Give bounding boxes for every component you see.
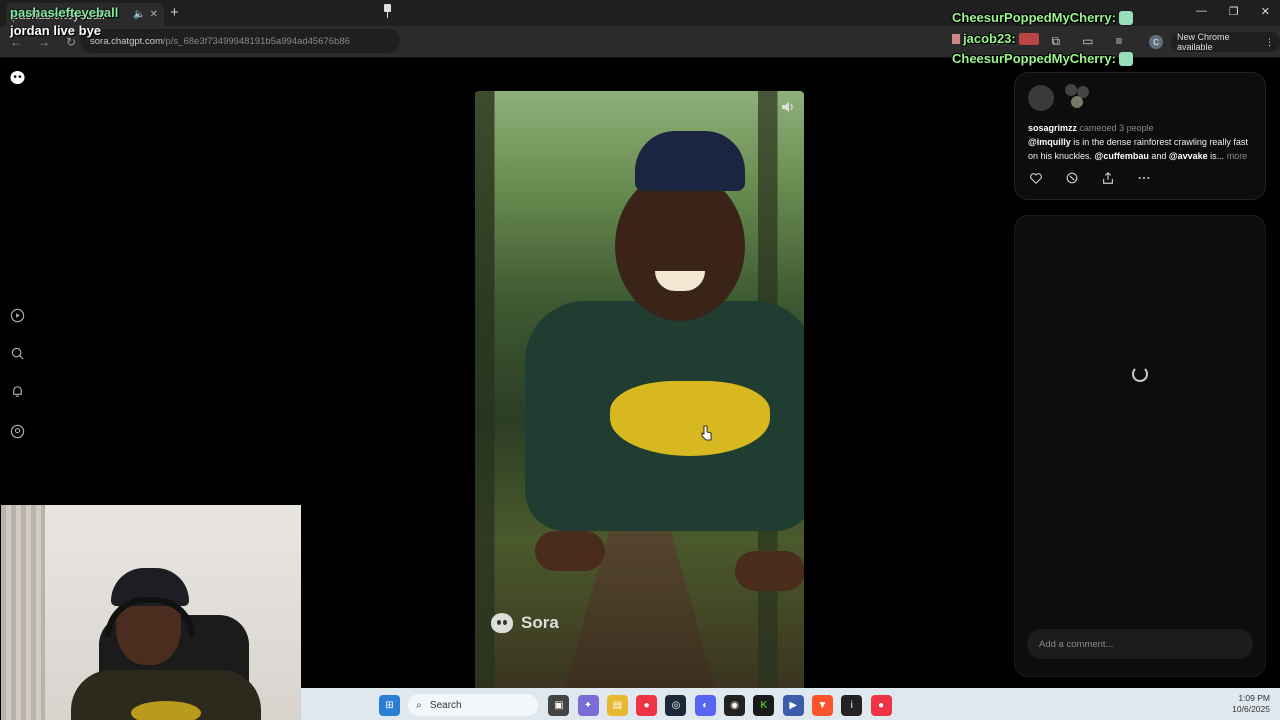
- pin-icon: [383, 4, 392, 18]
- system-clock[interactable]: 1:09 PM 10/6/2025: [1232, 693, 1270, 715]
- search-label: Search: [429, 699, 462, 711]
- description-text: is...: [1207, 151, 1227, 161]
- task-view-icon[interactable]: ▣: [548, 694, 570, 716]
- post-username[interactable]: sosagrimzz: [1028, 123, 1077, 133]
- chat-user: CheesurPoppedMyCherry:: [952, 10, 1116, 25]
- more-options-icon[interactable]: [1137, 171, 1151, 185]
- video-player[interactable]: Sora: [475, 91, 804, 689]
- file-explorer-icon[interactable]: ▤: [606, 694, 628, 716]
- discord-icon[interactable]: ◐: [694, 694, 716, 716]
- post-actions: [1029, 171, 1151, 185]
- windows-taskbar: ⊞ ⌕ Search ▣ ✦ ▤ ● ◎ ◐ ◉ K ▶ ▼ i ● 1:09 …: [301, 688, 1280, 720]
- share-icon[interactable]: [1101, 171, 1115, 185]
- close-tab-icon[interactable]: ✕: [150, 9, 158, 20]
- badge-icon: [952, 33, 960, 44]
- sound-toggle-icon[interactable]: [780, 99, 796, 115]
- bell-icon[interactable]: [10, 384, 25, 399]
- windows-start-icon[interactable]: ⊞: [379, 694, 400, 716]
- stream-subtitle: jordan live bye: [10, 23, 102, 38]
- chat-message: jacob23:: [952, 31, 1039, 46]
- post-info-card: sosagrimzz cameoed 3 people @imquilly is…: [1014, 72, 1266, 200]
- chat-user: CheesurPoppedMyCherry:: [952, 51, 1116, 66]
- comment-input[interactable]: Add a comment...: [1027, 629, 1253, 659]
- update-label: New Chrome available: [1177, 32, 1230, 52]
- more-menu-icon[interactable]: ⋮: [1265, 37, 1274, 48]
- stream-title: pashaslefteyeball: [10, 5, 119, 20]
- emote-icon: [1118, 10, 1133, 25]
- post-description: sosagrimzz cameoed 3 people @imquilly is…: [1028, 121, 1260, 163]
- profile-avatar[interactable]: C: [1149, 35, 1163, 49]
- media-control-icon[interactable]: ≡: [1115, 34, 1122, 49]
- taskbar-icons: ⊞ ⌕ Search ▣ ✦ ▤ ● ◎ ◐ ◉ K ▶ ▼ i ●: [379, 694, 900, 716]
- webcam-overlay: [1, 505, 301, 720]
- sora-logo-icon: [491, 613, 513, 633]
- video-person: [515, 131, 804, 591]
- loading-spinner-icon: [1132, 366, 1148, 382]
- kick-icon[interactable]: K: [753, 694, 775, 716]
- cameo-avatars[interactable]: [1057, 82, 1091, 108]
- mention-link[interactable]: @cuffembau: [1095, 151, 1149, 161]
- mute-tab-icon[interactable]: 🔈: [133, 9, 145, 20]
- app-icon[interactable]: ▶: [782, 694, 804, 716]
- clock-date: 10/6/2025: [1232, 704, 1270, 714]
- obs-icon[interactable]: ◉: [724, 694, 746, 716]
- watermark-text: Sora: [521, 613, 559, 632]
- sora-watermark: Sora: [491, 613, 559, 633]
- copilot-icon[interactable]: ✦: [577, 694, 599, 716]
- remix-icon[interactable]: [1065, 171, 1079, 185]
- extensions-puzzle-icon[interactable]: ⧉: [1052, 34, 1061, 49]
- new-tab-button[interactable]: +: [170, 4, 179, 21]
- steam-icon[interactable]: ◎: [665, 694, 687, 716]
- chat-user: jacob23:: [963, 31, 1016, 46]
- description-text: and: [1148, 151, 1169, 161]
- brave-icon[interactable]: ▼: [811, 694, 833, 716]
- info-app-icon[interactable]: i: [841, 694, 863, 716]
- search-icon[interactable]: [10, 346, 25, 361]
- comments-panel: Add a comment...: [1014, 215, 1266, 677]
- search-icon: ⌕: [416, 699, 422, 711]
- cast-icon[interactable]: ▭: [1082, 34, 1093, 49]
- restore-icon[interactable]: ❐: [1229, 5, 1239, 18]
- url-field[interactable]: sora.chatgpt.com/p/s_68e3f73499948191b5a…: [80, 29, 400, 53]
- sora-logo-icon[interactable]: [10, 70, 25, 85]
- mention-link[interactable]: @imquilly: [1028, 137, 1071, 147]
- play-icon[interactable]: [10, 308, 25, 323]
- chrome-active-icon[interactable]: ●: [870, 694, 892, 716]
- avatar[interactable]: [1028, 85, 1054, 111]
- more-link[interactable]: more: [1227, 151, 1248, 161]
- comment-placeholder: Add a comment...: [1039, 638, 1114, 650]
- emote-icon: [1118, 51, 1133, 66]
- url-path: /p/s_68e3f73499948191b5a994ad45676b86: [162, 35, 350, 47]
- cameo-count: cameoed 3 people: [1079, 123, 1154, 133]
- mention-link[interactable]: @avvake: [1169, 151, 1208, 161]
- chat-message: CheesurPoppedMyCherry:: [952, 51, 1133, 66]
- minimize-icon[interactable]: —: [1196, 5, 1207, 18]
- window-controls: — ❐ ✕: [1196, 5, 1270, 18]
- taskbar-search[interactable]: ⌕ Search: [408, 694, 539, 716]
- update-chrome-button[interactable]: New Chrome available ⋮: [1171, 32, 1280, 52]
- close-window-icon[interactable]: ✕: [1261, 5, 1270, 18]
- hand-cursor-icon: [701, 425, 713, 441]
- clock-time: 1:09 PM: [1238, 693, 1270, 703]
- chat-message: CheesurPoppedMyCherry:: [952, 10, 1133, 25]
- chrome-icon[interactable]: ●: [636, 694, 658, 716]
- emote-icon: [1018, 32, 1039, 45]
- profile-icon[interactable]: [10, 424, 25, 439]
- like-icon[interactable]: [1029, 171, 1043, 185]
